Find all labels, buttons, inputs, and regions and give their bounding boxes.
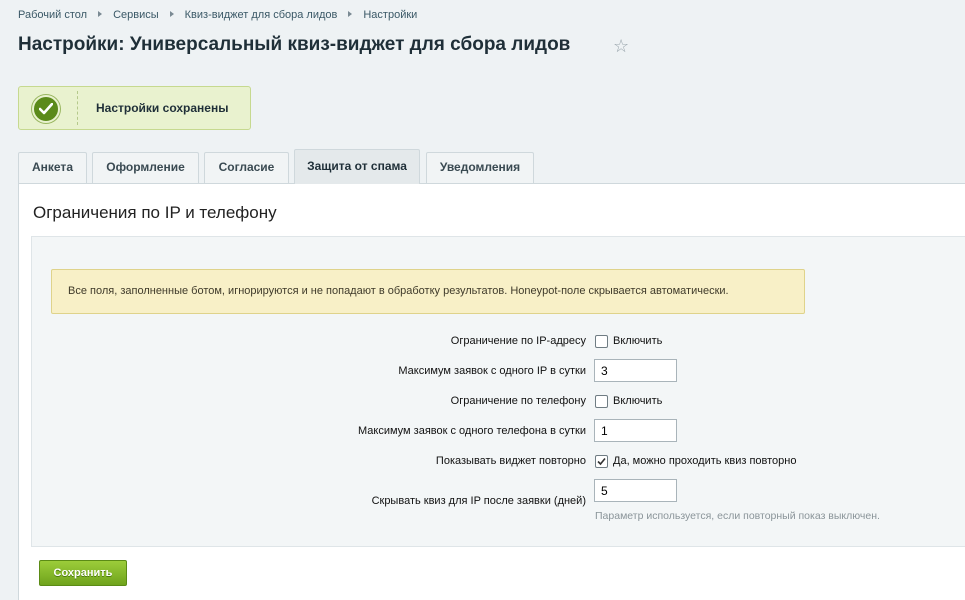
ip-limit-checkbox[interactable] xyxy=(595,335,608,348)
checkmark-icon xyxy=(597,457,606,466)
hide-days-input[interactable] xyxy=(594,479,677,502)
notice-divider xyxy=(77,91,78,125)
phone-limit-checkbox-label[interactable]: Включить xyxy=(613,395,662,407)
breadcrumb: Рабочий стол Сервисы Квиз-виджет для сбора… xyxy=(18,9,417,21)
warning-message: Все поля, заполненные ботом, игнорируютс… xyxy=(51,269,805,314)
success-notice: Настройки сохранены xyxy=(18,86,251,130)
show-again-label: Показывать виджет повторно xyxy=(435,455,586,467)
max-per-ip-label: Максимум заявок с одного IP в сутки xyxy=(398,365,586,377)
show-again-checkbox-label[interactable]: Да, можно проходить квиз повторно xyxy=(613,455,796,467)
breadcrumb-item-quiz-widget[interactable]: Квиз-виджет для сбора лидов xyxy=(185,9,338,21)
form-area: Все поля, заполненные ботом, игнорируютс… xyxy=(31,236,965,547)
max-per-phone-label: Максимум заявок с одного телефона в сутк… xyxy=(358,425,586,437)
ip-limit-label: Ограничение по IP-адресу xyxy=(450,335,586,347)
phone-limit-label: Ограничение по телефону xyxy=(450,395,586,407)
section-title: Ограничения по IP и телефону xyxy=(33,203,277,222)
show-again-checkbox[interactable] xyxy=(595,455,608,468)
ip-limit-checkbox-label[interactable]: Включить xyxy=(613,335,662,347)
tab-consent[interactable]: Согласие xyxy=(204,152,289,183)
star-icon[interactable]: ☆ xyxy=(613,36,629,57)
max-per-ip-input[interactable] xyxy=(594,359,677,382)
tab-notifications[interactable]: Уведомления xyxy=(426,152,534,183)
hide-days-label: Скрывать квиз для IP после заявки (дней) xyxy=(371,495,586,507)
hide-days-hint: Параметр используется, если повторный по… xyxy=(595,510,880,522)
breadcrumb-separator-icon xyxy=(98,11,103,18)
breadcrumb-item-settings[interactable]: Настройки xyxy=(363,9,417,21)
tab-design[interactable]: Оформление xyxy=(92,152,199,183)
breadcrumb-separator-icon xyxy=(348,11,353,18)
tab-spam-protection[interactable]: Защита от спама xyxy=(294,149,420,184)
settings-panel: Ограничения по IP и телефону Все поля, з… xyxy=(18,183,965,600)
tab-questionnaire[interactable]: Анкета xyxy=(18,152,87,183)
breadcrumb-item-desktop[interactable]: Рабочий стол xyxy=(18,9,87,21)
check-icon xyxy=(32,95,60,123)
notice-text: Настройки сохранены xyxy=(96,101,229,115)
max-per-phone-input[interactable] xyxy=(594,419,677,442)
breadcrumb-item-services[interactable]: Сервисы xyxy=(113,9,159,21)
save-button[interactable]: Сохранить xyxy=(39,560,127,586)
breadcrumb-separator-icon xyxy=(169,11,174,18)
page-title: Настройки: Универсальный квиз-виджет для… xyxy=(18,34,571,55)
phone-limit-checkbox[interactable] xyxy=(595,395,608,408)
